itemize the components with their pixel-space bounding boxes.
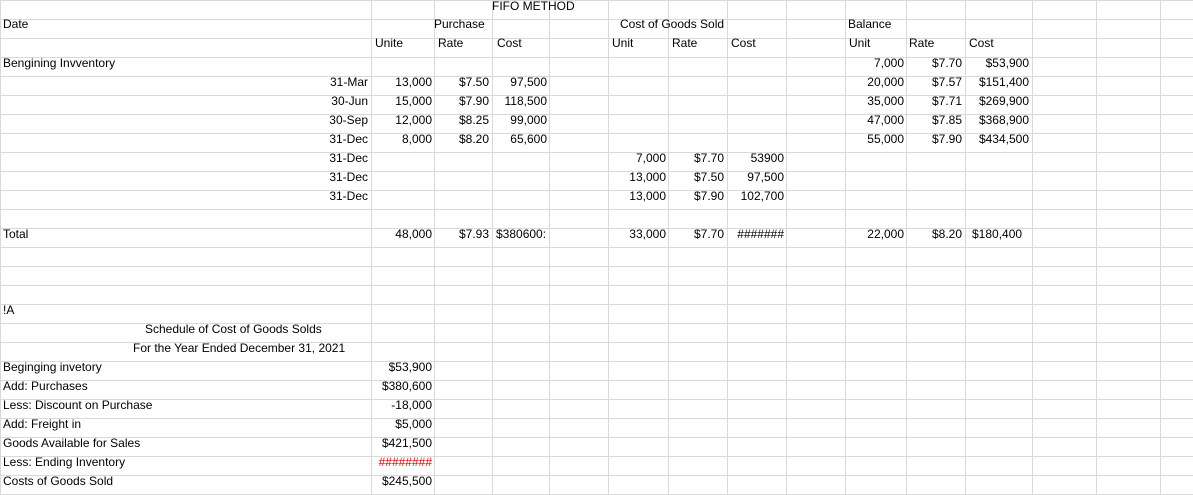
header-balance-rate[interactable]: Rate: [909, 34, 934, 53]
balance-rate-cell[interactable]: $7.90: [906, 130, 962, 149]
header-purchase[interactable]: Purchase: [434, 15, 485, 34]
balance-unit-cell[interactable]: 20,000: [845, 73, 904, 92]
schedule-value[interactable]: $5,000: [371, 415, 432, 434]
spreadsheet-grid[interactable]: FIFO METHOD Date Purchase Cost of Goods …: [0, 0, 1193, 495]
balance-unit-cell[interactable]: 35,000: [845, 92, 904, 111]
purchase-cost-cell[interactable]: 118,500: [492, 92, 548, 111]
balance-unit-cell[interactable]: 47,000: [845, 111, 904, 130]
total-cogs-unit[interactable]: 33,000: [608, 225, 666, 244]
header-unite[interactable]: Unite: [375, 34, 403, 53]
cogs-unit-cell[interactable]: 7,000: [608, 149, 666, 168]
schedule-label[interactable]: Less: Discount on Purchase: [3, 396, 152, 415]
balance-cost-cell[interactable]: $53,900: [965, 54, 1029, 73]
purchase-units-cell[interactable]: 15,000: [371, 92, 432, 111]
total-purchase-units[interactable]: 48,000: [371, 225, 432, 244]
header-cogs[interactable]: Cost of Goods Sold: [620, 15, 724, 34]
purchase-units-cell[interactable]: 12,000: [371, 111, 432, 130]
schedule-value-error[interactable]: ########: [371, 453, 432, 472]
purchase-rate-cell[interactable]: $7.50: [434, 73, 489, 92]
header-cogs-rate[interactable]: Rate: [672, 34, 697, 53]
gridline: [1096, 0, 1097, 495]
purchase-units-cell[interactable]: 13,000: [371, 73, 432, 92]
gridline: [727, 0, 728, 495]
beginning-inventory-label[interactable]: Bengining Invventory: [3, 54, 115, 73]
schedule-value[interactable]: $245,500: [371, 472, 432, 491]
schedule-label[interactable]: Costs of Goods Sold: [3, 472, 113, 491]
total-balance-rate[interactable]: $8.20: [906, 225, 962, 244]
cogs-cost-cell[interactable]: 97,500: [727, 168, 784, 187]
schedule-subtitle[interactable]: For the Year Ended December 31, 2021: [133, 339, 345, 358]
date-cell[interactable]: 31-Dec: [300, 130, 368, 149]
schedule-value[interactable]: $421,500: [371, 434, 432, 453]
header-balance-unit[interactable]: Unit: [849, 34, 870, 53]
schedule-label[interactable]: Add: Freight in: [3, 415, 81, 434]
purchase-cost-cell[interactable]: 97,500: [492, 73, 547, 92]
balance-cost-cell[interactable]: $269,900: [965, 92, 1029, 111]
header-balance[interactable]: Balance: [848, 15, 891, 34]
purchase-rate-cell[interactable]: $8.25: [434, 111, 489, 130]
cogs-rate-cell[interactable]: $7.70: [668, 149, 724, 168]
balance-unit-cell[interactable]: 7,000: [845, 54, 904, 73]
balance-rate-cell[interactable]: $7.70: [906, 54, 962, 73]
header-purchase-cost[interactable]: Cost: [497, 34, 522, 53]
gridline: [608, 0, 609, 495]
purchase-rate-cell[interactable]: $8.20: [434, 130, 489, 149]
header-cogs-unit[interactable]: Unit: [612, 34, 633, 53]
gridline: [668, 0, 669, 495]
schedule-label[interactable]: Beginging invetory: [3, 358, 102, 377]
total-cogs-rate[interactable]: $7.70: [668, 225, 724, 244]
total-balance-unit[interactable]: 22,000: [845, 225, 904, 244]
header-purchase-rate[interactable]: Rate: [438, 34, 463, 53]
cogs-rate-cell[interactable]: $7.50: [668, 168, 724, 187]
balance-rate-cell[interactable]: $7.71: [906, 92, 962, 111]
total-cogs-cost[interactable]: #######: [727, 225, 784, 244]
schedule-value[interactable]: $380,600: [371, 377, 432, 396]
purchase-cost-cell[interactable]: 99,000: [492, 111, 547, 130]
purchase-units-cell[interactable]: 8,000: [371, 130, 432, 149]
gridline: [786, 0, 787, 495]
cogs-cost-cell[interactable]: 102,700: [727, 187, 784, 206]
schedule-value[interactable]: -18,000: [371, 396, 432, 415]
date-cell[interactable]: 30-Jun: [300, 92, 368, 111]
schedule-value[interactable]: $53,900: [371, 358, 432, 377]
total-balance-cost[interactable]: $180,400: [972, 225, 1022, 244]
balance-cost-cell[interactable]: $151,400: [965, 73, 1029, 92]
date-cell[interactable]: 30-Sep: [300, 111, 368, 130]
schedule-label[interactable]: Less: Ending Inventory: [3, 453, 125, 472]
date-cell[interactable]: 31-Mar: [300, 73, 368, 92]
gridline: [549, 0, 550, 495]
purchase-cost-cell[interactable]: 65,600: [492, 130, 547, 149]
cogs-cost-cell[interactable]: 53900: [727, 149, 784, 168]
schedule-label[interactable]: Add: Purchases: [3, 377, 88, 396]
total-label[interactable]: Total: [3, 225, 28, 244]
gridline: [0, 0, 1, 495]
cogs-unit-cell[interactable]: 13,000: [608, 187, 666, 206]
schedule-title[interactable]: Schedule of Cost of Goods Solds: [145, 320, 322, 339]
cogs-rate-cell[interactable]: $7.90: [668, 187, 724, 206]
date-cell[interactable]: 31-Dec: [300, 187, 368, 206]
date-cell[interactable]: 31-Dec: [300, 149, 368, 168]
cogs-unit-cell[interactable]: 13,000: [608, 168, 666, 187]
header-cogs-cost[interactable]: Cost: [731, 34, 756, 53]
schedule-label[interactable]: Goods Available for Sales: [3, 434, 140, 453]
balance-rate-cell[interactable]: $7.85: [906, 111, 962, 130]
total-purchase-cost[interactable]: $380600:: [496, 225, 546, 244]
total-purchase-rate[interactable]: $7.93: [434, 225, 489, 244]
gridline: [1032, 0, 1033, 495]
gridline: [1160, 0, 1161, 495]
purchase-rate-cell[interactable]: $7.90: [434, 92, 489, 111]
marker-cell[interactable]: !A: [3, 301, 14, 320]
balance-unit-cell[interactable]: 55,000: [845, 130, 904, 149]
balance-rate-cell[interactable]: $7.57: [906, 73, 962, 92]
balance-cost-cell[interactable]: $368,900: [965, 111, 1029, 130]
date-cell[interactable]: 31-Dec: [300, 168, 368, 187]
balance-cost-cell[interactable]: $434,500: [965, 130, 1029, 149]
header-balance-cost[interactable]: Cost: [969, 34, 994, 53]
sheet-title[interactable]: FIFO METHOD: [492, 0, 575, 16]
header-date[interactable]: Date: [3, 15, 28, 34]
